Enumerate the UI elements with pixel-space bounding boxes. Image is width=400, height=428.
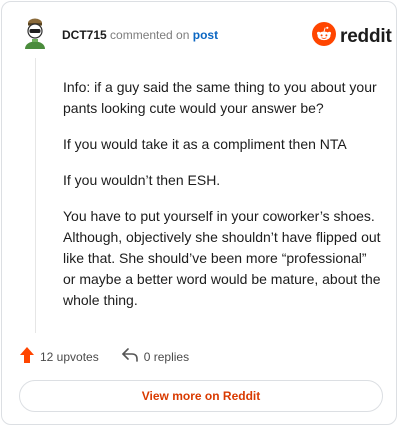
- upvote-arrow-icon: [19, 346, 35, 367]
- reply-count: 0 replies: [143, 349, 190, 364]
- upvote-count: 12 upvotes: [40, 349, 99, 364]
- comment-paragraph: You have to put yourself in your coworke…: [63, 208, 381, 308]
- thread-line: [35, 58, 36, 333]
- comment-header: DCT715 commented on post: [62, 28, 218, 42]
- embedded-comment-card: DCT715 commented on post reddit Info: if…: [1, 1, 397, 425]
- reddit-logo[interactable]: reddit: [312, 22, 392, 51]
- reddit-snoo-icon: [312, 22, 336, 51]
- comment-paragraph: If you would take it as a compliment the…: [63, 136, 347, 152]
- comment-actions: 12 upvotes 0 replies: [19, 346, 189, 367]
- upvote-button[interactable]: 12 upvotes: [19, 346, 99, 367]
- avatar[interactable]: [19, 17, 51, 49]
- comment-body: Info: if a guy said the same thing to yo…: [63, 77, 381, 326]
- username[interactable]: DCT715: [62, 28, 107, 42]
- post-link[interactable]: post: [193, 28, 218, 42]
- view-more-button[interactable]: View more on Reddit: [19, 380, 383, 412]
- reply-arrow-icon: [121, 347, 139, 366]
- comment-paragraph: Info: if a guy said the same thing to yo…: [63, 79, 377, 116]
- reddit-wordmark: reddit: [340, 25, 392, 47]
- reply-button[interactable]: 0 replies: [121, 347, 189, 366]
- comment-paragraph: If you wouldn’t then ESH.: [63, 172, 221, 188]
- commented-on-text: commented on: [110, 28, 190, 42]
